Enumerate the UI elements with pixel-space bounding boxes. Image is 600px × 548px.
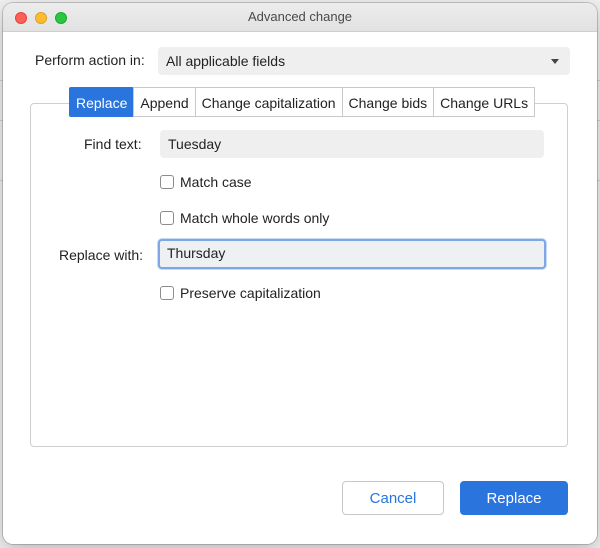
match-case-label: Match case	[180, 174, 252, 190]
tab-change-capitalization[interactable]: Change capitalization	[194, 87, 343, 117]
match-case-option[interactable]: Match case	[160, 174, 252, 190]
find-text-label: Find text:	[84, 136, 142, 152]
tab-append[interactable]: Append	[133, 87, 196, 117]
match-whole-words-option[interactable]: Match whole words only	[160, 210, 329, 226]
replace-with-input[interactable]: Thursday	[158, 239, 546, 269]
match-whole-words-checkbox[interactable]	[160, 211, 174, 225]
perform-action-selected-value: All applicable fields	[166, 53, 286, 69]
find-text-input[interactable]: Tuesday	[160, 130, 544, 158]
match-case-checkbox[interactable]	[160, 175, 174, 189]
replace-button[interactable]: Replace	[460, 481, 568, 515]
cancel-button[interactable]: Cancel	[342, 481, 444, 515]
action-tabs: Replace Append Change capitalization Cha…	[69, 87, 536, 117]
chevron-down-icon	[551, 59, 559, 64]
tab-change-urls[interactable]: Change URLs	[433, 87, 536, 117]
window-title: Advanced change	[247, 9, 353, 24]
perform-action-select[interactable]: All applicable fields	[158, 47, 570, 75]
advanced-change-dialog: Advanced change Perform action in: All a…	[3, 3, 597, 544]
replace-with-label: Replace with:	[59, 247, 144, 263]
match-whole-words-label: Match whole words only	[180, 210, 330, 226]
tab-replace[interactable]: Replace	[69, 87, 135, 117]
perform-action-label: Perform action in:	[35, 52, 145, 68]
preserve-capitalization-checkbox[interactable]	[160, 286, 174, 300]
preserve-capitalization-label: Preserve capitalization	[180, 285, 321, 301]
preserve-capitalization-option[interactable]: Preserve capitalization	[160, 285, 321, 301]
title-bar: Advanced change	[3, 3, 597, 32]
tab-change-bids[interactable]: Change bids	[341, 87, 435, 117]
